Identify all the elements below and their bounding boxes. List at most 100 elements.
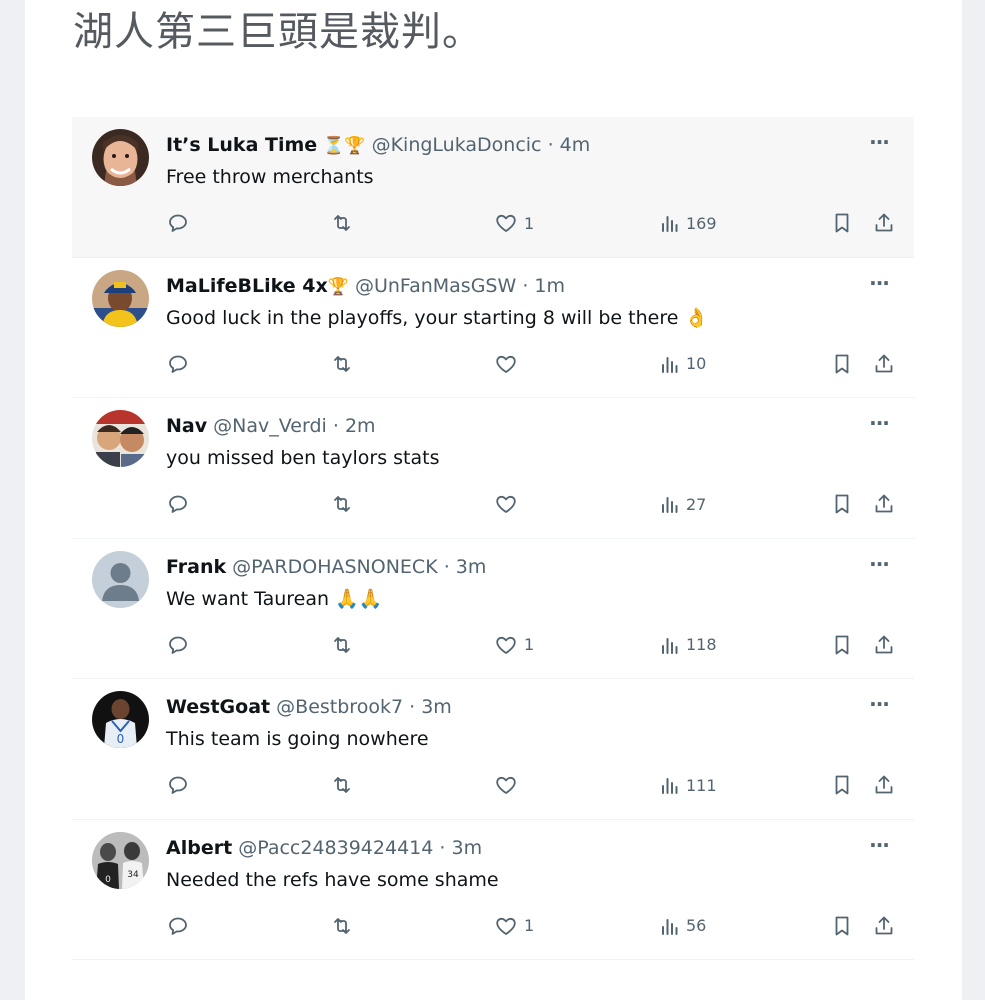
user-handle[interactable]: @PARDOHASNONECK xyxy=(232,556,437,578)
tweet-actions: 1 56 xyxy=(166,912,896,940)
retweet-button[interactable] xyxy=(330,912,354,940)
retweet-button[interactable] xyxy=(330,209,354,237)
separator: · xyxy=(522,274,529,297)
timestamp[interactable]: 3m xyxy=(456,556,487,578)
user-handle[interactable]: @KingLukaDoncic xyxy=(372,134,542,156)
svg-text:0: 0 xyxy=(105,875,111,885)
more-options-icon[interactable]: ··· xyxy=(866,273,892,299)
tweet-header: Nav @Nav_Verdi · 2m xyxy=(166,413,854,439)
tweet-text: Good luck in the playoffs, your starting… xyxy=(166,306,709,329)
heart-icon xyxy=(496,636,516,654)
share-button[interactable] xyxy=(872,209,896,237)
views-button[interactable]: 56 xyxy=(658,912,706,940)
name-badges: ⏳🏆 xyxy=(323,136,366,156)
display-name[interactable]: Albert xyxy=(166,837,232,859)
display-name[interactable]: MaLifeBLike 4x xyxy=(166,275,328,297)
views-button[interactable]: 27 xyxy=(658,490,706,518)
separator: · xyxy=(547,134,554,156)
bookmark-button[interactable] xyxy=(830,912,854,940)
view-count: 169 xyxy=(686,213,717,233)
reply-button[interactable] xyxy=(166,209,190,237)
bookmark-button[interactable] xyxy=(830,631,854,659)
bookmark-button[interactable] xyxy=(830,771,854,799)
bookmark-icon xyxy=(835,635,849,654)
reply-icon xyxy=(169,495,187,513)
like-button[interactable]: 1 xyxy=(494,912,534,940)
display-name[interactable]: Frank xyxy=(166,556,226,578)
reply-button[interactable] xyxy=(166,912,190,940)
svg-text:0: 0 xyxy=(117,732,125,746)
views-chart-icon xyxy=(662,918,678,935)
more-options-icon[interactable]: ··· xyxy=(866,694,892,720)
tweet[interactable]: It’s Luka Time ⏳🏆 @KingLukaDoncic · 4m ·… xyxy=(72,117,914,258)
reply-button[interactable] xyxy=(166,490,190,518)
user-handle[interactable]: @Bestbrook7 xyxy=(276,696,403,718)
timestamp[interactable]: 2m xyxy=(345,415,376,437)
heart-icon xyxy=(496,495,516,513)
display-name[interactable]: It’s Luka Time xyxy=(166,134,317,156)
timestamp[interactable]: 3m xyxy=(451,837,482,859)
views-chart-icon xyxy=(662,216,678,232)
avatar[interactable]: 0 34 xyxy=(92,831,149,889)
retweet-button[interactable] xyxy=(330,771,354,799)
tweet[interactable]: Nav @Nav_Verdi · 2m ··· you missed ben t… xyxy=(72,398,914,539)
more-options-icon[interactable]: ··· xyxy=(866,132,892,158)
tweet-text: Needed the refs have some shame xyxy=(166,868,499,891)
reply-button[interactable] xyxy=(166,350,190,378)
share-button[interactable] xyxy=(872,631,896,659)
views-button[interactable]: 169 xyxy=(658,209,717,237)
views-button[interactable]: 10 xyxy=(658,350,706,378)
share-button[interactable] xyxy=(872,490,896,518)
views-button[interactable]: 118 xyxy=(658,631,717,659)
avatar[interactable]: 0 xyxy=(92,691,149,748)
more-options-icon[interactable]: ··· xyxy=(866,413,892,439)
heart-icon xyxy=(496,355,516,373)
tweet[interactable]: 0 34 Albert @Pacc24839424414 · 3m ··· Nee… xyxy=(72,820,914,960)
share-button[interactable] xyxy=(872,771,896,799)
user-handle[interactable]: @UnFanMasGSW xyxy=(355,275,516,297)
avatar[interactable] xyxy=(92,410,149,467)
reply-icon xyxy=(169,917,187,935)
views-button[interactable]: 111 xyxy=(658,771,717,799)
more-options-icon[interactable]: ··· xyxy=(866,554,892,580)
timestamp[interactable]: 3m xyxy=(421,696,452,718)
avatar[interactable] xyxy=(92,129,149,186)
tweet[interactable]: 0 WestGoat @Bestbrook7 · 3m ··· This tea… xyxy=(72,679,914,820)
timestamp[interactable]: 1m xyxy=(534,275,565,297)
tweet[interactable]: Frank @PARDOHASNONECK · 3m ··· We want T… xyxy=(72,539,914,679)
reply-icon xyxy=(169,776,187,794)
heart-icon xyxy=(496,214,516,232)
bookmark-button[interactable] xyxy=(830,209,854,237)
like-button[interactable]: 1 xyxy=(494,209,534,237)
like-button[interactable]: 1 xyxy=(494,631,534,659)
timestamp[interactable]: 4m xyxy=(560,134,591,156)
user-handle[interactable]: @Nav_Verdi xyxy=(213,415,327,437)
retweet-button[interactable] xyxy=(330,490,354,518)
avatar[interactable] xyxy=(92,550,149,608)
share-icon xyxy=(875,213,893,232)
share-button[interactable] xyxy=(872,912,896,940)
retweet-icon xyxy=(334,355,350,372)
view-count: 27 xyxy=(686,494,707,514)
tweet-text: We want Taurean 🙏🙏 xyxy=(166,587,383,610)
like-button[interactable] xyxy=(494,490,524,518)
avatar[interactable] xyxy=(92,269,149,327)
bookmark-button[interactable] xyxy=(830,490,854,518)
reply-button[interactable] xyxy=(166,631,190,659)
user-handle[interactable]: @Pacc24839424414 xyxy=(238,837,433,859)
reply-button[interactable] xyxy=(166,771,190,799)
share-button[interactable] xyxy=(872,350,896,378)
like-button[interactable] xyxy=(494,771,524,799)
retweet-button[interactable] xyxy=(330,350,354,378)
share-icon xyxy=(875,916,893,934)
bookmark-button[interactable] xyxy=(830,350,854,378)
tweet[interactable]: MaLifeBLike 4x🏆 @UnFanMasGSW · 1m ··· Go… xyxy=(72,258,914,398)
display-name[interactable]: WestGoat xyxy=(166,696,270,718)
like-button[interactable] xyxy=(494,350,524,378)
retweet-icon xyxy=(334,917,350,934)
views-chart-icon xyxy=(662,637,678,654)
tweet-actions: 1 169 xyxy=(166,209,896,237)
more-options-icon[interactable]: ··· xyxy=(866,835,892,861)
retweet-button[interactable] xyxy=(330,631,354,659)
display-name[interactable]: Nav xyxy=(166,415,207,437)
